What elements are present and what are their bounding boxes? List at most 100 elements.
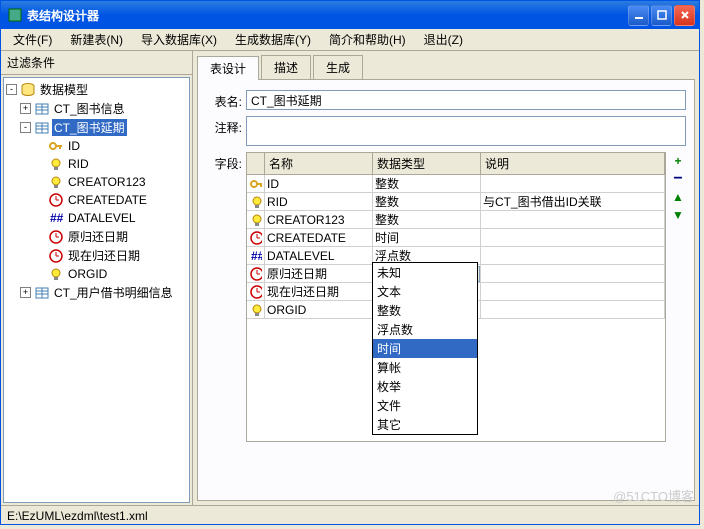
cell-name[interactable]: 原归还日期 (265, 265, 373, 283)
right-panel: 表设计 描述 生成 表名: 注释: 字段: 名称 数据类型 说明 (193, 51, 699, 505)
tree-toggle-icon[interactable]: + (20, 103, 31, 114)
dropdown-item[interactable]: 枚举 (373, 377, 477, 396)
comment-input[interactable] (246, 116, 686, 146)
cell-name[interactable]: DATALEVEL (265, 247, 373, 265)
grid-side-buttons: + − ▲ ▼ (666, 152, 686, 442)
clock-icon (48, 229, 64, 245)
tree-root[interactable]: -数据模型 (6, 80, 187, 99)
tree-label: CT_图书延期 (52, 119, 127, 136)
dropdown-item[interactable]: 浮点数 (373, 320, 477, 339)
comment-label: 注释: (206, 116, 246, 136)
cell-desc[interactable] (481, 283, 665, 301)
dropdown-item[interactable]: 整数 (373, 301, 477, 320)
cell-type[interactable]: 时间 (373, 229, 481, 247)
menubar: 文件(F) 新建表(N) 导入数据库(X) 生成数据库(Y) 简介和帮助(H) … (1, 29, 699, 51)
cell-type[interactable]: 整数 (373, 193, 481, 211)
tree-toggle-icon[interactable]: + (20, 287, 31, 298)
grid-row[interactable]: RID 整数 与CT_图书借出ID关联 (247, 193, 665, 211)
hash-icon: ## (48, 210, 64, 226)
tree-label: 现在归还日期 (66, 247, 142, 264)
tree-rid[interactable]: RID (6, 155, 187, 173)
model-tree[interactable]: -数据模型+CT_图书信息 - CT_图书延期ID RID CREATOR123 CREA… (3, 77, 190, 503)
titlebar[interactable]: 表结构设计器 (1, 1, 699, 29)
dropdown-item[interactable]: 算帐 (373, 358, 477, 377)
menu-file[interactable]: 文件(F) (5, 29, 60, 50)
bulb-icon (247, 193, 265, 211)
datatype-dropdown[interactable]: 未知文本整数浮点数时间算帐枚举文件其它 (372, 262, 478, 435)
tab-strip: 表设计 描述 生成 (197, 55, 695, 80)
tree-nowdate[interactable]: 现在归还日期 (6, 246, 187, 265)
grid-row[interactable]: CREATEDATE 时间 (247, 229, 665, 247)
menu-newtable[interactable]: 新建表(N) (62, 29, 131, 50)
dropdown-item[interactable]: 其它 (373, 415, 477, 434)
tree-label: ORGID (66, 267, 109, 281)
tab-gen[interactable]: 生成 (313, 55, 363, 79)
cell-name[interactable]: ORGID (265, 301, 373, 319)
grid-header: 名称 数据类型 说明 (247, 153, 665, 175)
tree-table2[interactable]: - CT_图书延期 (6, 118, 187, 137)
cell-desc[interactable] (481, 265, 665, 283)
svg-text:##: ## (50, 211, 64, 225)
tree-toggle-icon[interactable]: - (20, 122, 31, 133)
tree-label: CREATOR123 (66, 175, 148, 189)
bulb-icon (247, 301, 265, 319)
col-type-header[interactable]: 数据类型 (373, 153, 481, 175)
cell-name[interactable]: CREATEDATE (265, 229, 373, 247)
clock-icon (247, 265, 265, 283)
svg-text:##: ## (251, 249, 262, 263)
tree-label: RID (66, 157, 91, 171)
tree-origdate[interactable]: 原归还日期 (6, 227, 187, 246)
close-button[interactable] (674, 5, 695, 26)
grid-row[interactable]: CREATOR123 整数 (247, 211, 665, 229)
cell-name[interactable]: RID (265, 193, 373, 211)
tree-label: CT_用户借书明细信息 (52, 284, 175, 301)
tree-label: CREATEDATE (66, 193, 149, 207)
dropdown-item[interactable]: 时间 (373, 339, 477, 358)
tree-orgid[interactable]: ORGID (6, 265, 187, 283)
tree-createdate[interactable]: CREATEDATE (6, 191, 187, 209)
menu-gendb[interactable]: 生成数据库(Y) (227, 29, 319, 50)
tree-table1[interactable]: +CT_图书信息 (6, 99, 187, 118)
maximize-button[interactable] (651, 5, 672, 26)
dropdown-item[interactable]: 文件 (373, 396, 477, 415)
window-title: 表结构设计器 (27, 7, 628, 24)
tablename-input[interactable] (246, 90, 686, 110)
grid-row[interactable]: ID 整数 (247, 175, 665, 193)
clock-icon (247, 229, 265, 247)
add-field-button[interactable]: + (671, 154, 685, 168)
menu-help[interactable]: 简介和帮助(H) (321, 29, 414, 50)
movedown-button[interactable]: ▼ (671, 208, 685, 222)
cell-desc[interactable] (481, 175, 665, 193)
tree-table3[interactable]: + CT_用户借书明细信息 (6, 283, 187, 302)
cell-type[interactable]: 整数 (373, 211, 481, 229)
cell-desc[interactable] (481, 301, 665, 319)
tree-label: DATALEVEL (66, 211, 138, 225)
tab-desc[interactable]: 描述 (261, 55, 311, 79)
db-icon (20, 82, 36, 98)
menu-exit[interactable]: 退出(Z) (416, 29, 471, 50)
cell-name[interactable]: ID (265, 175, 373, 193)
tab-design[interactable]: 表设计 (197, 56, 259, 80)
cell-name[interactable]: 现在归还日期 (265, 283, 373, 301)
tree-creator[interactable]: CREATOR123 (6, 173, 187, 191)
cell-type[interactable]: 整数 (373, 175, 481, 193)
dropdown-item[interactable]: 未知 (373, 263, 477, 282)
moveup-button[interactable]: ▲ (671, 190, 685, 204)
tree-datalevel[interactable]: ##DATALEVEL (6, 209, 187, 227)
dropdown-item[interactable]: 文本 (373, 282, 477, 301)
tree-id[interactable]: ID (6, 137, 187, 155)
key-icon (48, 138, 64, 154)
cell-desc[interactable]: 与CT_图书借出ID关联 (481, 193, 665, 211)
remove-field-button[interactable]: − (671, 172, 685, 186)
cell-desc[interactable] (481, 211, 665, 229)
col-desc-header[interactable]: 说明 (481, 153, 665, 175)
cell-desc[interactable] (481, 229, 665, 247)
cell-name[interactable]: CREATOR123 (265, 211, 373, 229)
col-name-header[interactable]: 名称 (265, 153, 373, 175)
minimize-button[interactable] (628, 5, 649, 26)
cell-desc[interactable] (481, 247, 665, 265)
table-icon (34, 101, 50, 117)
menu-importdb[interactable]: 导入数据库(X) (133, 29, 225, 50)
bulb-icon (48, 156, 64, 172)
tree-toggle-icon[interactable]: - (6, 84, 17, 95)
